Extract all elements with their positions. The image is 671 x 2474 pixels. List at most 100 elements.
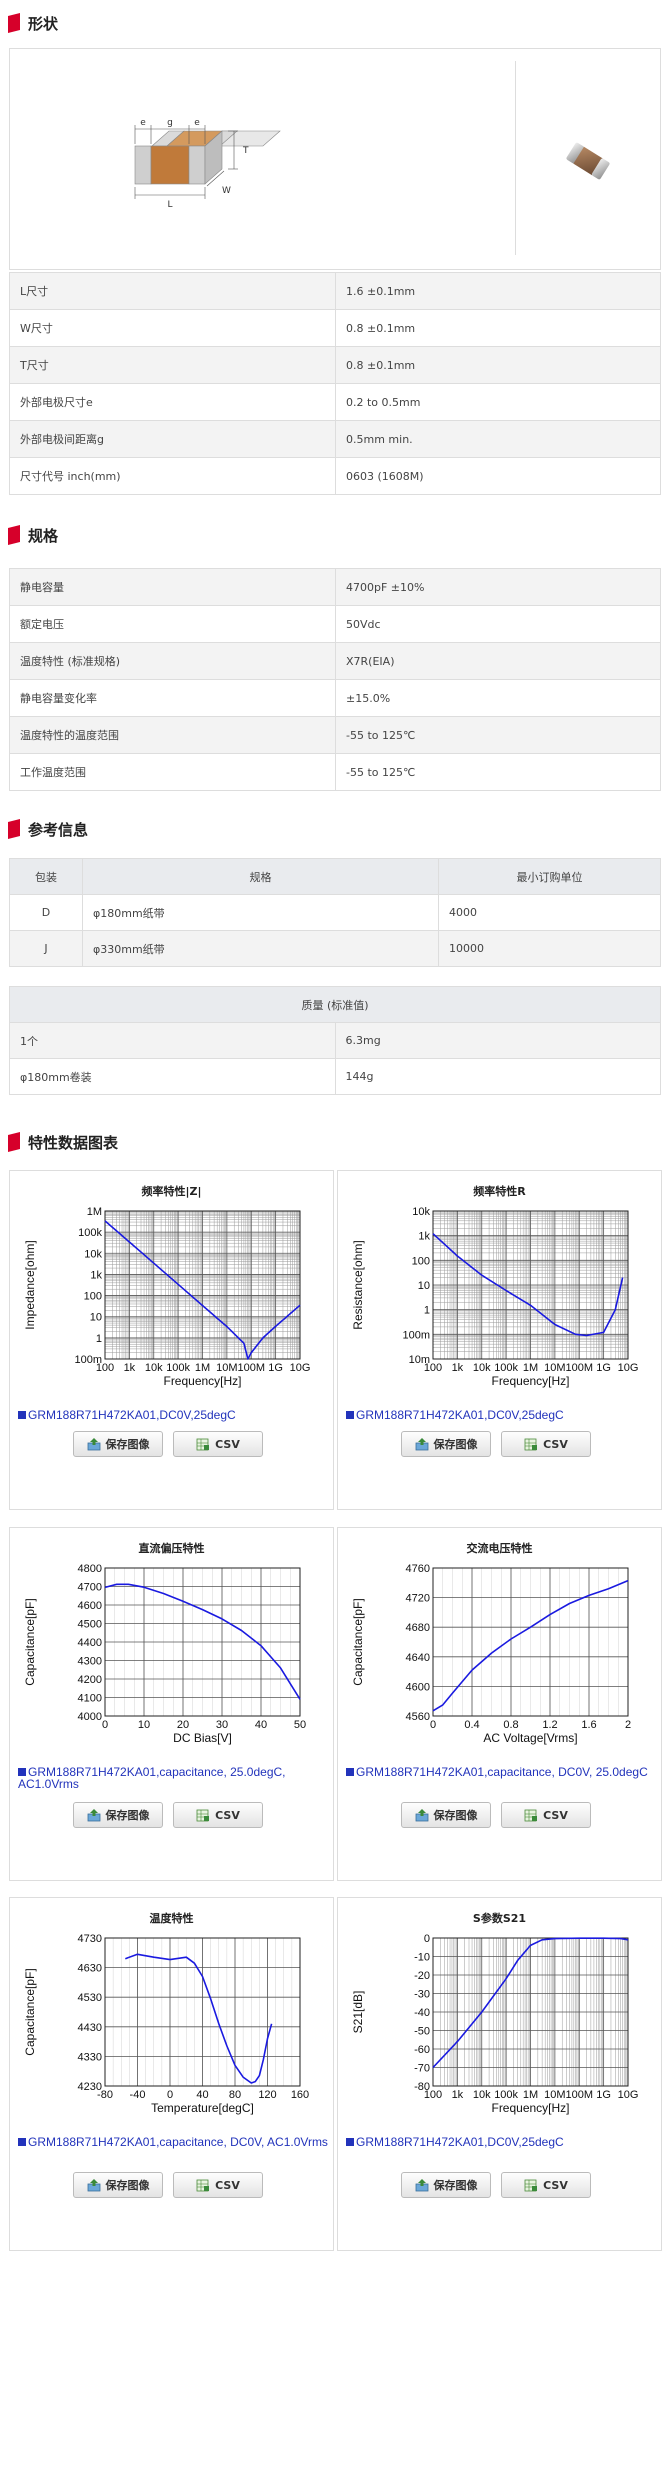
- red-flag-icon: [8, 819, 20, 839]
- x-tick-label: 0.8: [503, 1719, 518, 1731]
- x-tick-label: 1M: [523, 2089, 538, 2101]
- csv-button[interactable]: CSV: [501, 2172, 591, 2198]
- save-image-label: 保存图像: [105, 1809, 150, 1822]
- spec-row-label: 温度特性的温度范围: [9, 716, 336, 754]
- packaging-row: Dφ180mm纸带 4000: [9, 894, 661, 931]
- x-axis-label: AC Voltage[Vrms]: [483, 1731, 577, 1745]
- csv-button[interactable]: CSV: [173, 1431, 263, 1457]
- x-tick-label: 100k: [166, 1362, 190, 1374]
- spec-row: 静电容量变化率 ±15.0%: [9, 679, 661, 717]
- spec-row-value: -55 to 125℃: [335, 716, 661, 754]
- y-tick-label: 4430: [78, 2022, 102, 2034]
- y-tick-label: 100m: [402, 1329, 430, 1341]
- mass-label: 1个: [9, 1022, 336, 1059]
- x-tick-label: 0: [102, 1719, 108, 1731]
- dimension-row-label: T尺寸: [9, 346, 336, 384]
- dimension-diagram: e g e T L W: [134, 118, 281, 210]
- save-image-label: 保存图像: [105, 2179, 150, 2192]
- mass-value: 6.3mg: [334, 1022, 661, 1059]
- y-axis-label: Resistance[ohm]: [351, 1240, 365, 1329]
- spec-row: 温度特性的温度范围 -55 to 125℃: [9, 716, 661, 754]
- mass-row: 1个 6.3mg: [9, 1022, 661, 1059]
- x-tick-label: 1M: [523, 1362, 538, 1374]
- x-tick-label: 0: [167, 2089, 173, 2101]
- save-icon: [415, 2179, 428, 2192]
- save-image-button[interactable]: 保存图像: [73, 1431, 163, 1457]
- packaging-spec: φ180mm纸带: [82, 894, 439, 931]
- dim-e-right: e: [194, 118, 200, 128]
- y-axis-label: Capacitance[pF]: [351, 1598, 365, 1685]
- chart-panel: S参数S21 100 1k 10k 100k 1M 10M 100M 1G 10G 0 -10 -20-…: [337, 1897, 662, 2251]
- section-title: 特性数据图表: [28, 1133, 119, 1152]
- dim-g: g: [167, 118, 173, 128]
- y-tick-label: 4700: [78, 1582, 102, 1594]
- mass-label: φ180mm卷装: [9, 1058, 336, 1095]
- csv-label: CSV: [543, 1437, 568, 1451]
- y-tick-label: 4600: [406, 1681, 430, 1693]
- dimension-row-value: 0.8 ±0.1mm: [335, 309, 661, 347]
- x-axis-label: Temperature[degC]: [151, 2101, 254, 2115]
- x-tick-label: 10M: [216, 1362, 237, 1374]
- y-axis-label: Capacitance[pF]: [23, 1968, 37, 2055]
- dim-t: T: [242, 146, 249, 156]
- save-image-button[interactable]: 保存图像: [401, 1431, 491, 1457]
- y-tick-label: 4720: [406, 1593, 430, 1605]
- x-tick-label: 0: [430, 1719, 436, 1731]
- save-image-button[interactable]: 保存图像: [401, 2172, 491, 2198]
- y-tick-label: 10k: [412, 1206, 430, 1218]
- packaging-row: Jφ330mm纸带 10000: [9, 930, 661, 967]
- spec-row: 静电容量 4700pF ±10%: [9, 568, 661, 606]
- dimension-row-label: 外部电极尺寸e: [9, 383, 336, 421]
- save-image-button[interactable]: 保存图像: [73, 1802, 163, 1828]
- section-title: 规格: [28, 526, 59, 545]
- mass-value: 144g: [334, 1058, 661, 1095]
- spec-table: 静电容量 4700pF ±10% 额定电压 50Vdc 温度特性 (标准规格) X7R(E…: [9, 568, 661, 791]
- csv-button[interactable]: CSV: [501, 1802, 591, 1828]
- y-tick-label: 10: [90, 1312, 102, 1324]
- section-shape-header: 形状: [8, 8, 58, 38]
- x-tick-label: 30: [216, 1719, 228, 1731]
- spec-row: 温度特性 (标准规格) X7R(EIA): [9, 642, 661, 680]
- red-flag-icon: [8, 13, 20, 33]
- save-image-button[interactable]: 保存图像: [73, 2172, 163, 2198]
- x-tick-label: 10G: [618, 1362, 639, 1374]
- chart-svg: -80 -40 0 40 80 120 16047304630453044304330423…: [23, 1933, 309, 2115]
- csv-button[interactable]: CSV: [501, 1431, 591, 1457]
- x-tick-label: 100M: [237, 1362, 265, 1374]
- shape-divider: [515, 61, 516, 255]
- x-tick-label: 100M: [565, 2089, 593, 2101]
- y-tick-label: 10k: [84, 1248, 102, 1260]
- chart-svg: 0 10 20 30 40 50 4800 4700 4600 4500 4400 4300 4200 4…: [23, 1563, 306, 1745]
- save-image-button[interactable]: 保存图像: [401, 1802, 491, 1828]
- x-axis-label: Frequency[Hz]: [491, 1374, 569, 1388]
- x-tick-label: 50: [294, 1719, 306, 1731]
- chart-legend: GRM188R71H472KA01,DC0V,25degC: [346, 2136, 656, 2148]
- x-tick-label: 10G: [618, 2089, 639, 2101]
- chart-legend: GRM188R71H472KA01,capacitance, DC0V, AC1…: [18, 2136, 328, 2148]
- x-tick-label: 1M: [195, 1362, 210, 1374]
- csv-button[interactable]: CSV: [173, 2172, 263, 2198]
- x-tick-label: 10M: [544, 2089, 565, 2101]
- spec-row-value: -55 to 125℃: [335, 753, 661, 791]
- grid: [432, 1567, 629, 1717]
- csv-button[interactable]: CSV: [173, 1802, 263, 1828]
- product-page: 形状 e g e T L W L尺寸 1.6 ±0.1mm W尺寸 0.8 ±0…: [0, 0, 671, 2474]
- spec-row: 额定电压 50Vdc: [9, 605, 661, 643]
- y-tick-label: 1k: [418, 1231, 430, 1243]
- x-tick-label: 2: [625, 1719, 631, 1731]
- csv-label: CSV: [543, 2178, 568, 2192]
- dimension-row: 尺寸代号 inch(mm) 0603 (1608M): [9, 457, 661, 495]
- chart-svg: 100 1k 10k 100k 1M 10M 100M 1G 10G10k1k100101100…: [351, 1206, 639, 1388]
- y-tick-label: -20: [414, 1970, 430, 1982]
- legend-text: GRM188R71H472KA01,DC0V,25degC: [356, 1408, 564, 1422]
- x-tick-label: 1.2: [542, 1719, 557, 1731]
- legend-swatch: [346, 1768, 354, 1776]
- y-axis-label: Capacitance[pF]: [23, 1598, 37, 1685]
- y-tick-label: -80: [414, 2081, 430, 2093]
- spreadsheet-icon: [524, 2179, 538, 2192]
- spec-row: 工作温度范围 -55 to 125℃: [9, 753, 661, 791]
- spec-row-label: 静电容量: [9, 568, 336, 606]
- legend-text: GRM188R71H472KA01,capacitance, DC0V, AC1…: [28, 2135, 328, 2149]
- dimension-row: 外部电极尺寸e 0.2 to 0.5mm: [9, 383, 661, 421]
- save-image-label: 保存图像: [433, 1809, 478, 1822]
